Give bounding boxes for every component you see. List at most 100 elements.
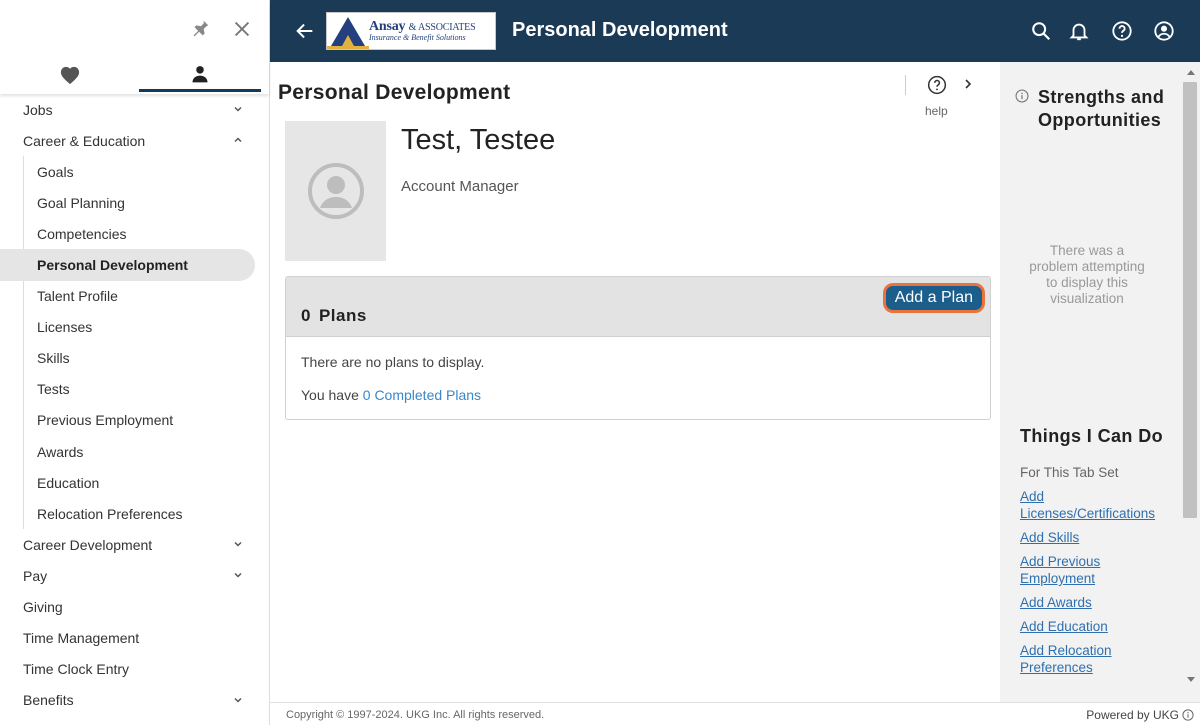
info-icon[interactable]	[1015, 89, 1029, 103]
logo-sub-text: Insurance & Benefit Solutions	[369, 33, 466, 42]
add-relocation-preferences-link[interactable]: Add Relocation Preferences	[1020, 642, 1170, 676]
sidebar-item-personal-development[interactable]: Personal Development	[0, 249, 255, 281]
sidebar-item-education[interactable]: Education	[0, 467, 270, 498]
help-icon[interactable]	[1111, 20, 1133, 42]
logo-main-text: Ansay	[369, 19, 406, 34]
sidebar-item-competencies[interactable]: Competencies	[0, 218, 270, 249]
chevron-down-icon	[234, 697, 242, 703]
add-licenses-link[interactable]: Add Licenses/Certifications	[1020, 488, 1170, 522]
person-name: Test, Testee	[401, 124, 556, 156]
scrollbar-thumb[interactable]	[1183, 82, 1197, 518]
sidebar-item-career-education[interactable]: Career & Education	[0, 125, 270, 156]
plans-header: 0 Plans Add a Plan	[286, 277, 990, 337]
sidebar-item-career-development[interactable]: Career Development	[0, 529, 270, 560]
sidebar-item-benefits[interactable]: Benefits	[0, 685, 270, 716]
sidebar-item-licenses[interactable]: Licenses	[0, 312, 270, 343]
avatar	[285, 121, 386, 261]
avatar-placeholder-icon	[307, 163, 364, 219]
back-arrow-icon[interactable]	[294, 20, 316, 42]
logo-mark-icon	[327, 17, 369, 49]
bell-icon[interactable]	[1068, 20, 1090, 42]
tab-favorites[interactable]	[9, 58, 131, 92]
add-skills-link[interactable]: Add Skills	[1020, 529, 1170, 546]
copyright-text: Copyright © 1997-2024. UKG Inc. All righ…	[286, 709, 545, 721]
visualization-error: There was a problem attempting to displa…	[1029, 243, 1145, 306]
company-logo[interactable]: Ansay & ASSOCIATES Insurance & Benefit S…	[326, 12, 496, 50]
page-title: Personal Development	[278, 81, 511, 104]
sidebar-item-awards[interactable]: Awards	[0, 436, 270, 467]
sidebar-item-label: Personal Development	[37, 257, 188, 274]
add-awards-link[interactable]: Add Awards	[1020, 594, 1170, 611]
help-circle-icon[interactable]	[927, 75, 947, 95]
sidebar-item-relocation-preferences[interactable]: Relocation Preferences	[0, 498, 270, 529]
strengths-opportunities-title: Strengths and Opportunities	[1038, 87, 1165, 130]
sidebar-item-label: Awards	[37, 443, 84, 460]
tab-myself[interactable]	[139, 58, 261, 92]
top-header: Ansay & ASSOCIATES Insurance & Benefit S…	[270, 0, 1200, 62]
add-plan-button[interactable]: Add a Plan	[882, 283, 985, 313]
sidebar-item-giving[interactable]: Giving	[0, 592, 270, 623]
add-education-link[interactable]: Add Education	[1020, 618, 1170, 635]
sidebar-item-pay[interactable]: Pay	[0, 560, 270, 591]
chevron-down-icon	[234, 542, 242, 547]
sidebar-item-label: Time Clock Entry	[23, 661, 130, 678]
close-icon[interactable]	[231, 18, 253, 40]
main-content: Personal Development help Test, Testee A…	[270, 62, 1000, 702]
chevron-up-icon	[234, 137, 242, 143]
sidebar-item-label: Jobs	[23, 101, 53, 118]
plans-count: 0 Plans	[301, 306, 375, 326]
user-account-icon[interactable]	[1153, 20, 1175, 42]
header-title: Personal Development	[512, 19, 728, 41]
plans-empty-text: There are no plans to display.	[301, 354, 485, 370]
logo-amp-text: & ASSOCIATES	[408, 22, 476, 33]
plans-completed-text: You have 0 Completed Plans	[301, 387, 481, 403]
plans-count-number: 0	[301, 306, 311, 325]
scroll-up-arrow-icon[interactable]	[1186, 68, 1196, 76]
person-role: Account Manager	[401, 178, 519, 195]
sidebar-item-label: Education	[37, 474, 100, 491]
sidebar-item-label: Benefits	[23, 692, 74, 709]
scroll-down-arrow-icon[interactable]	[1186, 676, 1196, 684]
powered-by: Powered by UKG	[1086, 708, 1194, 722]
sidebar-item-label: Goals	[37, 163, 74, 180]
sidebar-item-label: Skills	[37, 350, 70, 367]
chevron-down-icon	[234, 573, 242, 578]
sidebar-item-label: Relocation Preferences	[37, 505, 183, 522]
sidebar-item-label: Talent Profile	[37, 288, 118, 305]
add-previous-employment-link[interactable]: Add Previous Employment	[1020, 553, 1170, 587]
sidebar-item-label: Career Development	[23, 536, 153, 553]
sidebar-item-previous-employment[interactable]: Previous Employment	[0, 405, 270, 436]
completed-plans-link[interactable]: 0 Completed Plans	[363, 387, 481, 403]
plans-count-label: Plans	[318, 306, 367, 325]
things-i-can-do-subtitle: For This Tab Set	[1020, 465, 1119, 480]
sidebar-item-skills[interactable]: Skills	[0, 343, 270, 374]
sidebar-item-jobs[interactable]: Jobs	[0, 94, 270, 125]
heart-icon	[60, 66, 80, 85]
person-icon	[192, 65, 208, 82]
sidebar-item-label: Previous Employment	[37, 412, 174, 429]
things-i-can-do-title: Things I Can Do	[1020, 426, 1163, 446]
sidebar-nav: Jobs Career & Education Goals Goal Plann…	[0, 94, 270, 716]
powered-by-text: Powered by UKG	[1086, 708, 1179, 722]
sidebar-item-tests[interactable]: Tests	[0, 374, 270, 405]
sidebar-item-label: Goal Planning	[37, 194, 125, 211]
help-label[interactable]: help	[925, 104, 948, 118]
sidebar-submenu: Goals Goal Planning Competencies Persona…	[0, 156, 270, 530]
sidebar-item-label: Career & Education	[23, 132, 146, 149]
sidebar-item-time-management[interactable]: Time Management	[0, 623, 270, 654]
completed-prefix: You have	[301, 387, 359, 403]
info-icon[interactable]	[1182, 709, 1194, 721]
chevron-down-icon	[234, 106, 242, 112]
sidebar-item-talent-profile[interactable]: Talent Profile	[0, 281, 270, 312]
things-i-can-do-links: Add Licenses/Certifications Add Skills A…	[1020, 488, 1170, 683]
search-icon[interactable]	[1030, 20, 1052, 42]
sidebar-item-goal-planning[interactable]: Goal Planning	[0, 187, 270, 218]
sidebar-item-label: Giving	[23, 599, 63, 616]
pin-icon[interactable]	[189, 18, 211, 40]
sidebar-item-time-clock-entry[interactable]: Time Clock Entry	[0, 654, 270, 685]
sidebar-header	[0, 0, 269, 94]
sidebar-item-goals[interactable]: Goals	[0, 156, 270, 187]
sidebar: Jobs Career & Education Goals Goal Plann…	[0, 0, 270, 725]
chevron-right-icon[interactable]	[961, 77, 975, 91]
sidebar-item-label: Time Management	[23, 630, 140, 647]
